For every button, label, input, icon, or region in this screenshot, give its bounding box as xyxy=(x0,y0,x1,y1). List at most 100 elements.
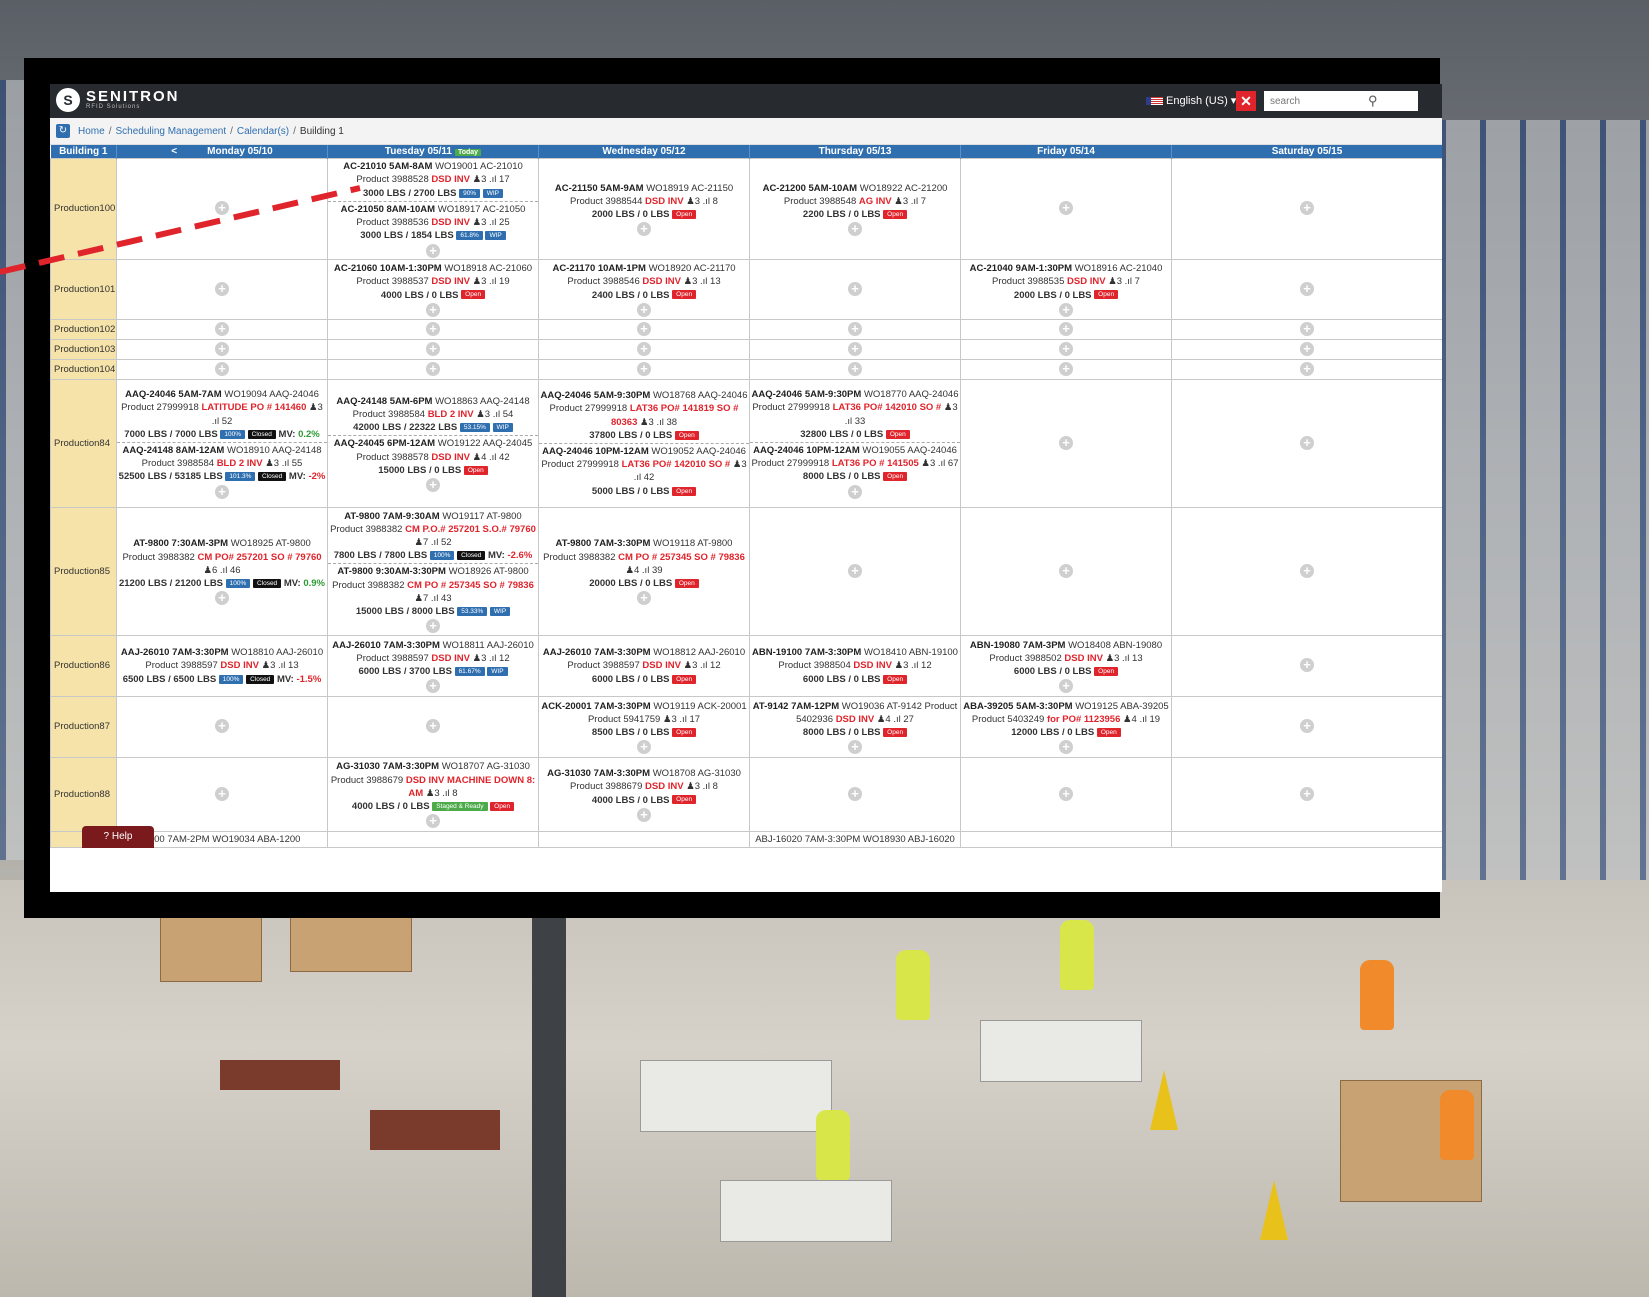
add-icon[interactable]: + xyxy=(1059,435,1073,450)
calendar-cell[interactable]: AT-9800 7:30AM-3PM WO18925 AT-9800 Produ… xyxy=(116,507,328,636)
job-card[interactable]: AC-21040 9AM-1:30PM WO18916 AC-21040 Prod… xyxy=(961,261,1171,303)
calendar-cell[interactable]: AAQ-24046 5AM-7AM WO19094 AAQ-24046 Produ… xyxy=(116,379,328,508)
calendar-cell[interactable]: + xyxy=(327,339,539,360)
calendar-cell[interactable]: + xyxy=(1171,319,1442,340)
calendar-cell[interactable]: AT-9800 7AM-9:30AM WO19117 AT-9800 Produ… xyxy=(327,507,539,636)
add-icon[interactable]: + xyxy=(1059,740,1073,755)
job-card[interactable]: ACK-20001 7AM-3:30PM WO19119 ACK-20001 Pr… xyxy=(539,699,749,741)
add-icon[interactable]: + xyxy=(637,341,651,356)
calendar-cell[interactable] xyxy=(538,831,750,848)
job-card[interactable]: AT-9800 7AM-9:30AM WO19117 AT-9800 Produ… xyxy=(328,509,538,564)
calendar-cell[interactable]: AAQ-24046 5AM-9:30PM WO18770 AAQ-24046 Pr… xyxy=(749,379,961,508)
calendar-cell[interactable]: AC-21200 5AM-10AM WO18922 AC-21200 Produc… xyxy=(749,158,961,260)
add-icon[interactable]: + xyxy=(637,591,651,606)
job-card[interactable]: AG-31030 7AM-3:30PM WO18707 AG-31030 Prod… xyxy=(328,759,538,814)
calendar-cell[interactable]: + xyxy=(749,319,961,340)
add-icon[interactable]: + xyxy=(215,321,229,336)
add-icon[interactable]: + xyxy=(1059,302,1073,317)
add-icon[interactable]: + xyxy=(426,814,440,829)
add-icon[interactable]: + xyxy=(426,478,440,492)
job-card[interactable]: AC-21200 5AM-10AM WO18922 AC-21200 Produc… xyxy=(750,181,960,223)
calendar-cell[interactable]: + xyxy=(538,339,750,360)
add-icon[interactable]: + xyxy=(637,302,651,317)
job-card[interactable]: AAJ-26010 7AM-3:30PM WO18811 AAJ-26010 Pr… xyxy=(328,638,538,680)
add-icon[interactable]: + xyxy=(426,719,440,734)
job-card[interactable]: ABA-39205 5AM-3:30PM WO19125 ABA-39205 Pr… xyxy=(961,699,1171,741)
add-icon[interactable]: + xyxy=(1300,719,1314,734)
job-card[interactable]: AAQ-24046 5AM-9:30PM WO18768 AAQ-24046 Pr… xyxy=(539,388,749,443)
add-icon[interactable]: + xyxy=(215,591,229,606)
calendar-cell[interactable]: + xyxy=(327,696,539,758)
calendar-cell[interactable]: AAJ-26010 7AM-3:30PM WO18810 AAJ-26010 Pr… xyxy=(116,635,328,697)
job-card[interactable]: AAJ-26010 7AM-3:30PM WO18810 AAJ-26010 Pr… xyxy=(117,645,327,687)
calendar-cell[interactable]: AAQ-24046 5AM-9:30PM WO18768 AAQ-24046 Pr… xyxy=(538,379,750,508)
calendar-cell[interactable]: + xyxy=(1171,696,1442,758)
add-icon[interactable]: + xyxy=(215,341,229,356)
calendar-cell[interactable] xyxy=(960,831,1172,848)
calendar-cell[interactable]: + xyxy=(749,259,961,320)
add-icon[interactable]: + xyxy=(637,807,651,822)
calendar-cell[interactable]: + xyxy=(960,379,1172,508)
add-icon[interactable]: + xyxy=(426,243,440,258)
breadcrumb-calendars[interactable]: Calendar(s) xyxy=(237,126,289,137)
calendar-cell[interactable]: ABA-39205 5AM-3:30PM WO19125 ABA-39205 Pr… xyxy=(960,696,1172,758)
add-icon[interactable]: + xyxy=(1300,341,1314,356)
calendar-cell[interactable]: + xyxy=(960,757,1172,832)
job-card[interactable]: AAQ-24046 5AM-7AM WO19094 AAQ-24046 Produ… xyxy=(117,387,327,442)
add-icon[interactable]: + xyxy=(426,341,440,356)
calendar-cell[interactable]: ACK-20001 7AM-3:30PM WO19119 ACK-20001 Pr… xyxy=(538,696,750,758)
calendar-cell[interactable]: + xyxy=(538,319,750,340)
calendar-cell[interactable]: + xyxy=(749,507,961,636)
language-selector[interactable]: English (US) ▾ xyxy=(1146,94,1236,107)
add-icon[interactable]: + xyxy=(1300,563,1314,578)
breadcrumb-scheduling[interactable]: Scheduling Management xyxy=(115,126,226,137)
calendar-cell[interactable]: AG-31030 7AM-3:30PM WO18707 AG-31030 Prod… xyxy=(327,757,539,832)
add-icon[interactable]: + xyxy=(426,321,440,336)
add-icon[interactable]: + xyxy=(848,786,862,801)
add-icon[interactable]: + xyxy=(1059,679,1073,694)
add-icon[interactable]: + xyxy=(1300,435,1314,450)
add-icon[interactable]: + xyxy=(637,361,651,376)
calendar-cell[interactable]: AC-21170 10AM-1PM WO18920 AC-21170 Produc… xyxy=(538,259,750,320)
calendar-cell[interactable]: ABN-19100 7AM-3:30PM WO18410 ABN-19100 Pr… xyxy=(749,635,961,697)
add-icon[interactable]: + xyxy=(637,740,651,755)
calendar-cell[interactable]: AC-21040 9AM-1:30PM WO18916 AC-21040 Prod… xyxy=(960,259,1172,320)
prev-week-button[interactable]: < xyxy=(171,146,177,157)
calendar-cell[interactable]: + xyxy=(538,359,750,380)
add-icon[interactable]: + xyxy=(848,563,862,578)
job-card[interactable]: AAQ-24045 6PM-12AM WO19122 AAQ-24045 Prod… xyxy=(328,435,538,478)
job-card[interactable]: AAQ-24148 5AM-6PM WO18863 AAQ-24148 Produ… xyxy=(328,394,538,436)
calendar-cell[interactable]: + xyxy=(116,359,328,380)
add-icon[interactable]: + xyxy=(1300,361,1314,376)
breadcrumb-home[interactable]: Home xyxy=(78,126,105,137)
add-icon[interactable]: + xyxy=(848,281,862,296)
job-card[interactable]: AAQ-24046 10PM-12AM WO19052 AAQ-24046 Pro… xyxy=(539,443,749,499)
job-card[interactable]: AC-21150 5AM-9AM WO18919 AC-21150 Product… xyxy=(539,181,749,223)
add-icon[interactable]: + xyxy=(215,719,229,734)
job-card[interactable]: AAQ-24148 8AM-12AM WO18910 AAQ-24148 Prod… xyxy=(117,442,327,485)
add-icon[interactable]: + xyxy=(637,321,651,336)
calendar-cell[interactable]: AAJ-26010 7AM-3:30PM WO18811 AAJ-26010 Pr… xyxy=(327,635,539,697)
add-icon[interactable]: + xyxy=(848,222,862,237)
calendar-cell[interactable]: + xyxy=(1171,379,1442,508)
add-icon[interactable]: + xyxy=(1300,786,1314,801)
calendar-cell[interactable]: + xyxy=(960,507,1172,636)
job-card[interactable]: AG-31030 7AM-3:30PM WO18708 AG-31030 Prod… xyxy=(539,766,749,808)
job-card[interactable]: ABN-19100 7AM-3:30PM WO18410 ABN-19100 Pr… xyxy=(750,645,960,687)
add-icon[interactable]: + xyxy=(1059,786,1073,801)
calendar-cell[interactable]: + xyxy=(749,339,961,360)
add-icon[interactable]: + xyxy=(1059,341,1073,356)
job-card[interactable]: AAJ-26010 7AM-3:30PM WO18812 AAJ-26010 Pr… xyxy=(539,645,749,687)
search-icon[interactable]: ⚲ xyxy=(1368,93,1384,109)
calendar-cell[interactable]: AAJ-26010 7AM-3:30PM WO18812 AAJ-26010 Pr… xyxy=(538,635,750,697)
calendar-cell[interactable]: ABJ-16020 7AM-3:30PM WO18930 ABJ-16020 xyxy=(749,831,961,848)
calendar-cell[interactable]: + xyxy=(749,359,961,380)
calendar-cell[interactable] xyxy=(327,831,539,848)
add-icon[interactable]: + xyxy=(637,222,651,237)
add-icon[interactable]: + xyxy=(215,786,229,801)
add-icon[interactable]: + xyxy=(1300,321,1314,336)
add-icon[interactable]: + xyxy=(1059,201,1073,216)
calendar-cell[interactable]: + xyxy=(1171,259,1442,320)
add-icon[interactable]: + xyxy=(1300,201,1314,216)
job-card[interactable]: AT-9800 9:30AM-3:30PM WO18926 AT-9800 Pr… xyxy=(328,563,538,619)
